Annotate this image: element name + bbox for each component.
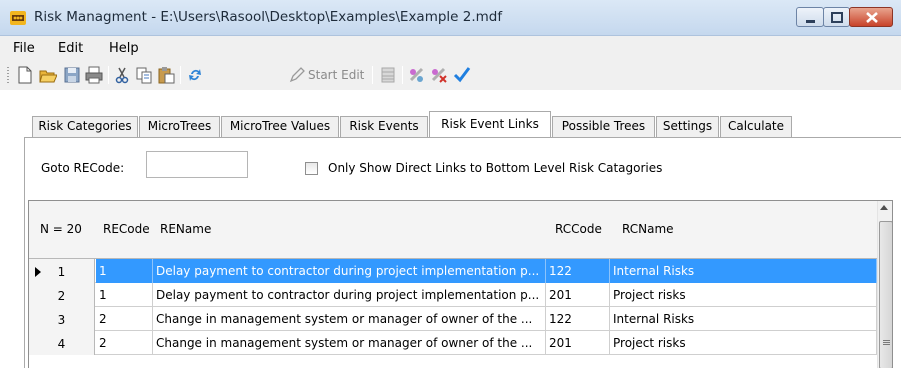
paste-icon[interactable]	[157, 66, 175, 84]
tab-microtrees[interactable]: MicroTrees	[139, 116, 220, 137]
close-button[interactable]	[849, 7, 893, 27]
table-row[interactable]: 3 2 Change in management system or manag…	[29, 307, 877, 331]
check-icon[interactable]	[453, 66, 471, 84]
save-icon[interactable]	[63, 66, 81, 84]
grid-header: N = 20 RECode REName RCCode RCName	[29, 201, 877, 259]
tab-risk-categories[interactable]: Risk Categories	[32, 116, 138, 137]
cell-rename[interactable]: Delay payment to contractor during proje…	[153, 283, 546, 307]
cell-rename[interactable]: Change in management system or manager o…	[153, 331, 546, 355]
cell-rccode[interactable]: 201	[546, 283, 610, 307]
menu-help[interactable]: Help	[109, 41, 139, 56]
column-header-recode[interactable]: RECode	[103, 222, 150, 236]
direct-links-checkbox[interactable]	[305, 162, 318, 175]
row-number: 1	[57, 265, 66, 279]
goto-recode-label: Goto RECode:	[41, 161, 125, 175]
cut-icon[interactable]	[113, 66, 131, 84]
cell-recode[interactable]: 1	[96, 259, 153, 283]
scroll-up-arrow-icon[interactable]	[880, 205, 888, 210]
tab-settings[interactable]: Settings	[656, 116, 719, 137]
tab-possible-trees[interactable]: Possible Trees	[552, 116, 655, 137]
print-icon[interactable]	[85, 66, 103, 84]
refresh-icon[interactable]	[186, 66, 204, 84]
row-header[interactable]: 1	[29, 259, 95, 283]
row-number: 3	[57, 313, 66, 327]
maximize-button[interactable]	[823, 7, 850, 27]
cell-recode[interactable]: 2	[96, 307, 153, 331]
menu-file[interactable]: File	[13, 41, 35, 56]
row-header[interactable]: 4	[29, 331, 95, 355]
cell-rename[interactable]: Change in management system or manager o…	[153, 307, 546, 331]
row-number: 4	[57, 337, 66, 351]
cell-rcname[interactable]: Internal Risks	[610, 259, 877, 283]
toolbar-separator	[108, 66, 109, 84]
cell-rccode[interactable]: 122	[546, 307, 610, 331]
table-row[interactable]: 1 1 Delay payment to contractor during p…	[29, 259, 877, 283]
toolbar-grip[interactable]	[7, 67, 9, 83]
cell-rcname[interactable]: Internal Risks	[610, 307, 877, 331]
add-link-icon[interactable]	[408, 66, 426, 84]
new-icon[interactable]	[16, 66, 34, 84]
scrollbar-thumb[interactable]	[879, 221, 892, 368]
tab-risk-event-links[interactable]: Risk Event Links	[429, 111, 551, 137]
cell-rename[interactable]: Delay payment to contractor during proje…	[153, 259, 546, 283]
window-title: Risk Managment - E:\Users\Rasool\Desktop…	[34, 9, 503, 25]
risk-event-links-grid[interactable]: N = 20 RECode REName RCCode RCName 1 1 D…	[28, 200, 893, 368]
goto-recode-input[interactable]	[146, 151, 248, 178]
tab-risk-events[interactable]: Risk Events	[340, 116, 428, 137]
menu-edit[interactable]: Edit	[58, 41, 83, 56]
toolbar-separator	[372, 66, 373, 84]
row-number: 2	[57, 289, 66, 303]
cell-rcname[interactable]: Project risks	[610, 331, 877, 355]
pencil-icon	[288, 66, 306, 84]
menu-bar: File Edit Help	[0, 36, 901, 60]
minimize-button[interactable]	[796, 7, 824, 27]
table-row[interactable]: 2 1 Delay payment to contractor during p…	[29, 283, 877, 307]
copy-icon[interactable]	[135, 66, 153, 84]
column-header-rccode[interactable]: RCCode	[555, 222, 602, 236]
cell-rccode[interactable]: 122	[546, 259, 610, 283]
direct-links-checkbox-label[interactable]: Only Show Direct Links to Bottom Level R…	[328, 161, 662, 175]
app-icon	[10, 11, 26, 25]
scrollbar-grip-icon	[883, 340, 890, 346]
cell-recode[interactable]: 1	[96, 283, 153, 307]
cell-rccode[interactable]: 201	[546, 331, 610, 355]
column-header-rename[interactable]: REName	[160, 222, 211, 236]
cell-rcname[interactable]: Project risks	[610, 283, 877, 307]
vertical-scrollbar[interactable]	[877, 201, 892, 368]
grid-icon	[379, 66, 397, 84]
row-header[interactable]: 3	[29, 307, 95, 331]
cell-recode[interactable]: 2	[96, 331, 153, 355]
title-bar[interactable]: Risk Managment - E:\Users\Rasool\Desktop…	[0, 0, 901, 36]
start-edit-button[interactable]: Start Edit	[308, 68, 364, 82]
table-row[interactable]: 4 2 Change in management system or manag…	[29, 331, 877, 355]
open-icon[interactable]	[39, 66, 58, 84]
current-row-arrow-icon	[35, 267, 41, 277]
toolbar-separator	[402, 66, 403, 84]
remove-link-icon[interactable]	[430, 66, 448, 84]
row-header[interactable]: 2	[29, 283, 95, 307]
column-header-rcname[interactable]: RCName	[622, 222, 674, 236]
tab-calculate[interactable]: Calculate	[720, 116, 792, 137]
column-header-count[interactable]: N = 20	[40, 222, 82, 236]
tab-microtree-values[interactable]: MicroTree Values	[221, 116, 339, 137]
tab-strip: Risk Categories MicroTrees MicroTree Val…	[0, 90, 901, 137]
toolbar-separator	[180, 66, 181, 84]
toolbar: Start Edit	[0, 60, 901, 90]
